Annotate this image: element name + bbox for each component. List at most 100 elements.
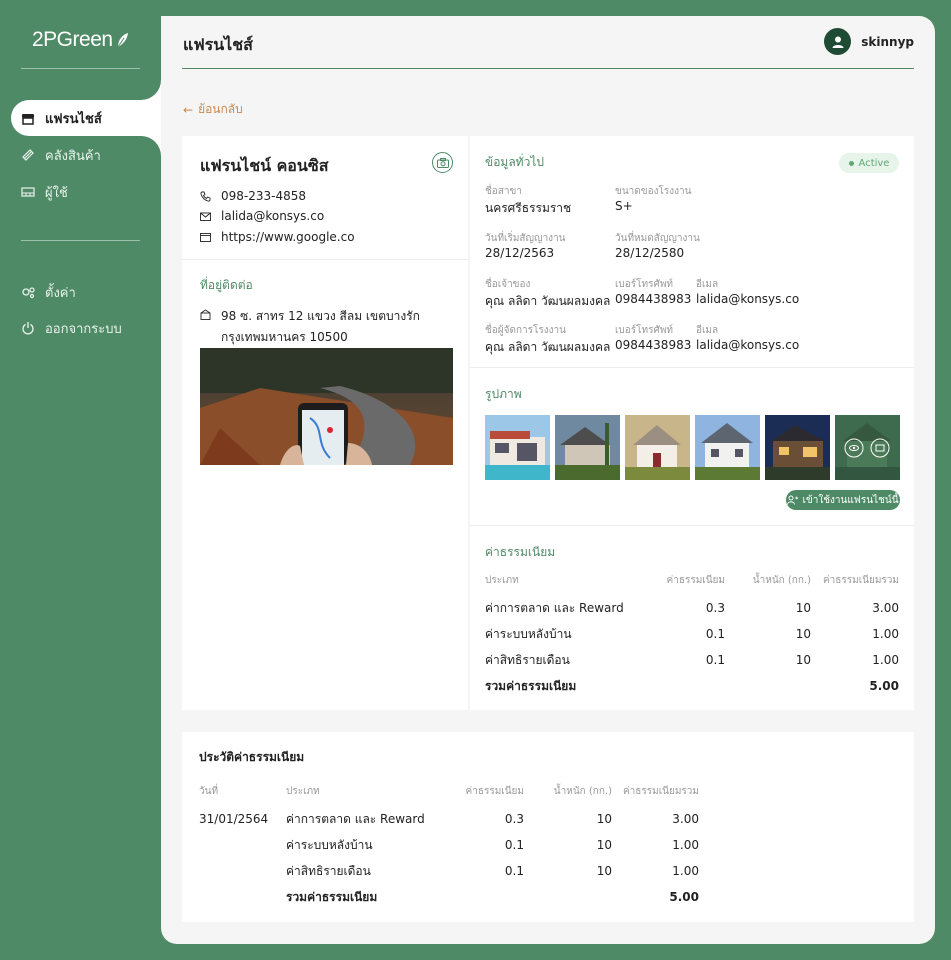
active-corner bbox=[141, 80, 161, 100]
owner-label: ชื่อเจ้าของ bbox=[485, 279, 531, 290]
start-value: 28/12/2563 bbox=[485, 246, 555, 260]
history-table: วันที่ ประเภท ค่าธรรมเนียม น้ำหนัก (กก.)… bbox=[199, 776, 699, 910]
brand-logo[interactable]: 2PGreen bbox=[32, 28, 129, 52]
fee-type: ค่าระบบหลังบ้าน bbox=[286, 837, 373, 852]
fees-table: ประเภท ค่าธรรมเนียม น้ำหนัก (กก.) ค่าธรร… bbox=[485, 565, 899, 699]
status-dot bbox=[848, 160, 854, 166]
browser-icon bbox=[200, 233, 211, 242]
main-panel: แฟรนไชส์ skinnyp ← ย้อนกลับ แฟรนไชน์ คอน… bbox=[161, 16, 935, 944]
back-link[interactable]: ← ย้อนกลับ bbox=[183, 100, 243, 119]
sidebar-item-label: แฟรนไชส์ bbox=[45, 112, 102, 127]
fee-rate: 0.1 bbox=[705, 653, 725, 667]
fee-rate: 0.1 bbox=[705, 627, 725, 641]
sidebar-divider bbox=[21, 68, 140, 69]
fee-total: 1.00 bbox=[672, 864, 699, 878]
history-col-header: วันที่ bbox=[199, 785, 219, 797]
fee-total: 3.00 bbox=[672, 812, 699, 826]
logo-text: 2PGreen bbox=[32, 28, 113, 51]
fee-total: 1.00 bbox=[872, 627, 899, 641]
house-photo[interactable] bbox=[555, 415, 620, 480]
manager-value: คุณ ลลิดา วัฒนผลมงคล bbox=[485, 340, 611, 354]
owner-phone-value: 0984438983 bbox=[615, 292, 692, 306]
franchise-name: แฟรนไชน์ คอนซิส bbox=[200, 156, 329, 175]
fee-rate: 0.3 bbox=[705, 601, 725, 615]
fee-total: 3.00 bbox=[872, 601, 899, 615]
general-card: ข้อมูลทั่วไป Active ชื่อสาขา นครศรีธรรมร… bbox=[470, 136, 914, 710]
settings-icon bbox=[22, 287, 35, 299]
phone-value[interactable]: 098-233-4858 bbox=[221, 189, 306, 203]
table-row: ค่าสิทธิรายเดือน 0.1 10 1.00 bbox=[199, 858, 699, 884]
fee-rate: 0.1 bbox=[504, 864, 524, 878]
house-photo-overlay[interactable] bbox=[835, 415, 900, 480]
photos-title: รูปภาพ bbox=[485, 387, 522, 401]
fee-rate: 0.1 bbox=[504, 838, 524, 852]
owner-value: คุณ ลลิดา วัฒนผลมงคล bbox=[485, 294, 611, 308]
owner-email-label: อีเมล bbox=[696, 279, 719, 290]
map-photo bbox=[200, 348, 453, 465]
phone-row: 098-233-4858 bbox=[200, 189, 306, 203]
table-row: ค่าระบบหลังบ้าน 0.1 10 1.00 bbox=[485, 621, 899, 647]
start-label: วันที่เริ่มสัญญางาน bbox=[485, 233, 566, 244]
use-franchise-button[interactable]: เข้าใช้งานแฟรนไชน์นี้ bbox=[786, 490, 900, 510]
leaf-icon bbox=[117, 33, 128, 48]
total-row: รวมค่าธรรมเนียม 5.00 bbox=[485, 673, 899, 699]
branch-value: นครศรีธรรมราช bbox=[485, 201, 572, 215]
username: skinnyp bbox=[861, 34, 914, 49]
fee-col-header: ค่าธรรมเนียม bbox=[666, 574, 725, 586]
sidebar-item-users[interactable]: ผู้ใช้ bbox=[21, 182, 68, 202]
house-photo[interactable] bbox=[695, 415, 760, 480]
fees-title: ค่าธรรมเนียม bbox=[485, 545, 556, 559]
users-icon bbox=[21, 187, 35, 197]
arrow-left-icon: ← bbox=[183, 102, 194, 117]
website-value[interactable]: https://www.google.co bbox=[221, 230, 355, 244]
history-col-header: ค่าธรรมเนียมรวม bbox=[622, 785, 699, 797]
status-badge: Active bbox=[839, 153, 899, 173]
sidebar-item-label: ผู้ใช้ bbox=[45, 185, 68, 201]
fee-type: ค่าสิทธิรายเดือน bbox=[485, 652, 570, 667]
sidebar-item-franchise[interactable]: แฟรนไชส์ bbox=[11, 100, 161, 136]
fee-weight: 10 bbox=[596, 864, 612, 878]
sidebar-item-label: ออกจากระบบ bbox=[45, 321, 122, 337]
end-label: วันที่หมดสัญญางาน bbox=[615, 233, 700, 244]
fee-total: 1.00 bbox=[672, 838, 699, 852]
power-icon bbox=[22, 322, 34, 335]
fee-type: ค่าการตลาด และ Reward bbox=[286, 811, 425, 826]
fee-weight: 10 bbox=[596, 838, 612, 852]
user-menu[interactable]: skinnyp bbox=[824, 28, 914, 55]
history-card: ประวัติค่าธรรมเนียม วันที่ ประเภท ค่าธรร… bbox=[182, 732, 914, 922]
section-divider bbox=[470, 525, 914, 526]
table-row: 31/01/2564 ค่าการตลาด และ Reward 0.3 10 … bbox=[199, 806, 699, 832]
manager-email-label: อีเมล bbox=[696, 325, 719, 336]
history-col-header: ประเภท bbox=[286, 785, 320, 797]
end-value: 28/12/2580 bbox=[615, 246, 685, 260]
total-row: รวมค่าธรรมเนียม 5.00 bbox=[199, 884, 699, 910]
sidebar-item-warehouse[interactable]: คลังสินค้า bbox=[21, 145, 101, 165]
table-row: ค่าสิทธิรายเดือน 0.1 10 1.00 bbox=[485, 647, 899, 673]
house-photo[interactable] bbox=[625, 415, 690, 480]
history-col-header: น้ำหนัก (กก.) bbox=[553, 785, 612, 797]
address-row: 98 ซ. สาทร 12 แขวง สีลม เขตบางรัก กรุงเท… bbox=[200, 307, 420, 347]
email-row: lalida@konsys.co bbox=[200, 209, 324, 223]
fee-type: ค่าการตลาด และ Reward bbox=[485, 600, 624, 615]
fee-rate: 0.3 bbox=[504, 812, 524, 826]
fee-total: 1.00 bbox=[872, 653, 899, 667]
house-photo[interactable] bbox=[485, 415, 550, 480]
section-divider bbox=[182, 259, 468, 260]
avatar bbox=[824, 28, 852, 55]
sidebar-item-logout[interactable]: ออกจากระบบ bbox=[21, 318, 122, 338]
manager-phone-value: 0984438983 bbox=[615, 338, 692, 352]
owner-phone-label: เบอร์โทรศัพท์ bbox=[615, 279, 674, 290]
status-text: Active bbox=[858, 157, 890, 169]
email-value[interactable]: lalida@konsys.co bbox=[221, 209, 324, 223]
sidebar-item-settings[interactable]: ตั้งค่า bbox=[21, 282, 76, 302]
fee-weight: 10 bbox=[596, 812, 612, 826]
fee-weight: 10 bbox=[795, 653, 811, 667]
fee-weight: 10 bbox=[795, 601, 811, 615]
table-row: ค่าการตลาด และ Reward 0.3 10 3.00 bbox=[485, 595, 899, 621]
fee-type: ค่าระบบหลังบ้าน bbox=[485, 626, 572, 641]
address-line: กรุงเทพมหานคร 10500 bbox=[221, 330, 348, 344]
manager-email-value: lalida@konsys.co bbox=[696, 338, 800, 352]
house-photo[interactable] bbox=[765, 415, 830, 480]
user-switch-icon bbox=[787, 495, 799, 505]
camera-button[interactable] bbox=[432, 152, 453, 173]
